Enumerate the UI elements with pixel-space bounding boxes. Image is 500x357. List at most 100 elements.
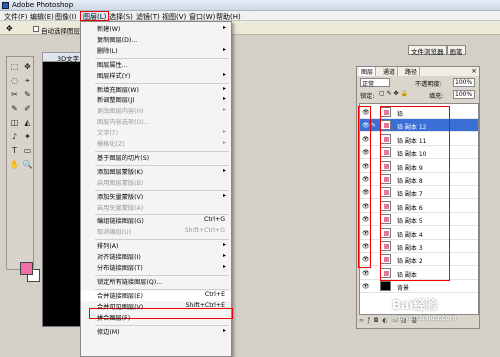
- layer-menu-item-label: 启用矢量蒙版(A): [97, 204, 144, 212]
- layer-menu-item[interactable]: 编组链接图层(G) Ctrl+G: [81, 216, 231, 226]
- menu-separator: [95, 57, 229, 59]
- layer-menu-item[interactable]: 合并可见图层(V) Shift+Ctrl+E: [81, 302, 231, 312]
- layer-menu-item[interactable]: 修边(M) ▸: [81, 327, 231, 337]
- layer-menu-item-label: 新建(W): [97, 26, 121, 33]
- lock-icons[interactable]: ▢ ✎ ✥ 🔒: [379, 90, 408, 97]
- layer-menu-item-label: 文字(T): [97, 130, 118, 138]
- layer-menu-item[interactable]: 添加图层蒙版(K) ▸: [81, 167, 231, 177]
- layer-menu-item: 启用图层蒙版(B): [81, 178, 231, 188]
- shortcut-label: Shift+Ctrl+E: [185, 301, 225, 309]
- submenu-arrow-icon: ▸: [222, 95, 226, 103]
- tool-icon-3[interactable]: ⌖: [22, 75, 33, 86]
- layer-menu-item-label: 新调整图层(J): [97, 97, 135, 105]
- blend-mode-select[interactable]: 正常: [360, 78, 390, 88]
- tool-icon-8[interactable]: ◫: [9, 117, 20, 128]
- shortcut-label: Shift+Ctrl+G: [184, 227, 225, 235]
- submenu-arrow-icon: ▸: [222, 326, 226, 334]
- submenu-arrow-icon: ▸: [222, 241, 226, 249]
- move-tool-icon[interactable]: ✥: [6, 24, 13, 33]
- adjustment-icon[interactable]: ◐: [382, 317, 387, 324]
- menu-item-3[interactable]: 图层(L): [80, 11, 110, 21]
- tab-brushes[interactable]: 画笔: [446, 45, 466, 56]
- document-title: 3D文字: [57, 55, 80, 63]
- tool-icon-10[interactable]: ♪: [9, 131, 20, 142]
- layer-row[interactable]: 👁 背景: [360, 280, 478, 294]
- layer-thumbnail: [380, 281, 391, 292]
- photoshop-icon: [2, 2, 9, 9]
- layer-menu-item-label: 锁定所有链接图层(Q)...: [97, 278, 163, 286]
- layer-menu-item-label: 分布链接图层(T): [97, 265, 143, 272]
- menu-separator: [95, 189, 229, 191]
- menu-separator: [95, 288, 229, 290]
- submenu-arrow-icon: ▸: [222, 24, 226, 31]
- window-titlebar: Adobe Photoshop: [0, 0, 500, 11]
- tab-file-browser[interactable]: 文件浏览器: [408, 45, 447, 56]
- tool-icon-6[interactable]: ✎: [9, 103, 20, 114]
- submenu-arrow-icon: ▸: [222, 166, 226, 174]
- opacity-field[interactable]: 100%: [453, 78, 475, 87]
- foreground-color-swatch[interactable]: [20, 262, 33, 275]
- layer-menu-item[interactable]: 新填充图层(W) ▸: [81, 85, 231, 95]
- tool-icon-4[interactable]: ✂: [9, 89, 20, 100]
- layers-highlight: [380, 106, 450, 281]
- layer-menu-item-label: 对齐链接图层(I): [97, 254, 141, 262]
- fill-field[interactable]: 100%: [453, 90, 475, 99]
- tool-icon-14[interactable]: ✋: [9, 159, 20, 170]
- blend-row: 正常 不透明度: 100%: [357, 77, 479, 88]
- fill-label: 填充:: [429, 93, 444, 100]
- layer-menu-item[interactable]: 新建(W) ▸: [81, 24, 231, 34]
- layer-menu-item[interactable]: 排列(A) ▸: [81, 241, 231, 251]
- layer-menu-item[interactable]: 新调整图层(J) ▸: [81, 95, 231, 105]
- panel-tab[interactable]: 图层: [359, 67, 377, 76]
- tool-icon-2[interactable]: ◌: [9, 75, 20, 86]
- layer-menu-item[interactable]: 删除(L) ▸: [81, 46, 231, 56]
- panel-tab[interactable]: 通道: [381, 67, 399, 76]
- layer-menu-item: 取消编组(U) Shift+Ctrl+G: [81, 227, 231, 237]
- link-icon[interactable]: ∞: [359, 317, 364, 324]
- auto-select-checkbox[interactable]: [33, 26, 39, 32]
- submenu-arrow-icon: ▸: [222, 84, 226, 92]
- watermark-brand: Bai经验: [392, 298, 438, 312]
- close-icon[interactable]: ×: [471, 67, 477, 75]
- submenu-arrow-icon: ▸: [222, 191, 226, 199]
- mask-icon[interactable]: ◘: [374, 317, 379, 324]
- layer-menu-item[interactable]: 复制图层(D)...: [81, 35, 231, 45]
- layer-menu-item-label: 新填充图层(W): [97, 86, 139, 94]
- tool-icon-5[interactable]: ✎: [22, 89, 33, 100]
- layer-menu-item-label: 启用图层蒙版(B): [97, 179, 144, 187]
- layer-menu-item[interactable]: 图层属性...: [81, 60, 231, 70]
- tool-icon-0[interactable]: ⬚: [9, 61, 20, 72]
- panel-tab[interactable]: 路径: [403, 67, 421, 76]
- eye-icon[interactable]: 👁: [362, 283, 370, 290]
- layer-menu-item[interactable]: 添加矢量蒙版(V) ▸: [81, 192, 231, 202]
- layer-menu-item-label: 图层属性...: [97, 61, 128, 69]
- fx-icon[interactable]: ƒ: [368, 317, 370, 324]
- toolbox: ⬚ ✥ ◌ ⌖ ✂ ✎ ✎ ✐ ◫ ◭ ♪ ✦ T ▭ ✋ 🔍: [6, 56, 40, 282]
- layer-menu-item[interactable]: 分布链接图层(T) ▸: [81, 263, 231, 273]
- menu-separator: [95, 324, 229, 326]
- submenu-arrow-icon: ▸: [222, 263, 226, 270]
- layer-menu-item[interactable]: 锁定所有链接图层(Q)...: [81, 277, 231, 287]
- opacity-label: 不透明度:: [415, 81, 442, 88]
- menu-separator: [95, 239, 229, 241]
- layer-menu-item-label: 复制图层(D)...: [97, 36, 138, 44]
- menu-separator: [95, 150, 229, 152]
- shortcut-label: Ctrl+G: [204, 216, 225, 224]
- tool-icon-7[interactable]: ✐: [22, 103, 33, 114]
- tool-icon-13[interactable]: ▭: [22, 145, 33, 156]
- layer-menu-item[interactable]: 图层样式(Y) ▸: [81, 71, 231, 81]
- layer-menu-item: 启用矢量蒙版(A): [81, 203, 231, 213]
- layer-menu-item[interactable]: 基于图层的切片(S): [81, 153, 231, 163]
- tool-icon-9[interactable]: ◭: [22, 117, 33, 128]
- layer-menu-item-label: 栅格化(Z): [97, 141, 125, 148]
- layer-menu-item[interactable]: 拼合图层(F): [81, 313, 231, 323]
- tool-icon-15[interactable]: 🔍: [22, 159, 33, 170]
- tool-icon-1[interactable]: ✥: [22, 61, 33, 72]
- layer-menu-item[interactable]: 合并链接图层(E) Ctrl+E: [81, 290, 231, 301]
- eye-icon[interactable]: 👁: [362, 270, 370, 277]
- layer-menu-item[interactable]: 对齐链接图层(I) ▸: [81, 252, 231, 262]
- layer-menu-item-label: 添加图层蒙版(K): [97, 168, 144, 176]
- tool-icon-12[interactable]: T: [9, 145, 20, 156]
- submenu-arrow-icon: ▸: [222, 128, 226, 136]
- tool-icon-11[interactable]: ✦: [22, 131, 33, 142]
